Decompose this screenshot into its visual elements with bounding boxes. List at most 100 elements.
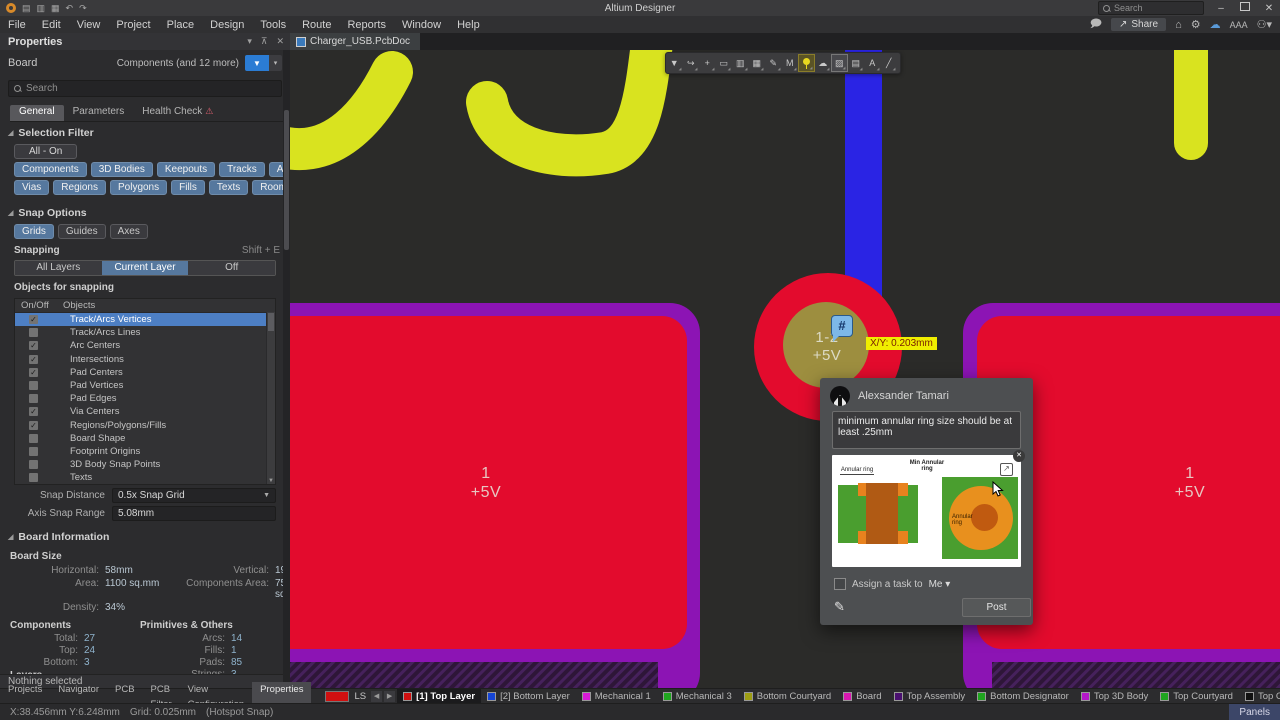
settings-gear-icon[interactable]: ⚙ bbox=[1191, 18, 1201, 31]
home-icon[interactable]: ⌂ bbox=[1175, 19, 1182, 31]
comments-icon[interactable]: 🗩 bbox=[1090, 15, 1102, 34]
snap-object-row[interactable]: Pad Vertices bbox=[15, 379, 275, 392]
menu-edit[interactable]: Edit bbox=[34, 19, 69, 31]
layer-tab[interactable]: Top Assembly bbox=[888, 689, 972, 704]
snap-mode-guides[interactable]: Guides bbox=[58, 224, 106, 239]
filter-button[interactable]: ▼ bbox=[245, 55, 269, 71]
section-snap-options[interactable]: ◢ Snap Options bbox=[0, 195, 290, 221]
minimize-button[interactable]: – bbox=[1214, 3, 1228, 14]
properties-search-box[interactable]: Search bbox=[8, 80, 282, 97]
filter-texts[interactable]: Texts bbox=[209, 180, 248, 195]
section-selection-filter[interactable]: ◢ Selection Filter bbox=[0, 122, 290, 141]
comment-attachment-image[interactable]: Annular ring Min Annular ring Annular ri… bbox=[832, 455, 1021, 567]
layer-tab[interactable]: Bottom Designator bbox=[971, 689, 1075, 704]
panels-button[interactable]: Panels bbox=[1229, 704, 1280, 720]
menu-project[interactable]: Project bbox=[108, 19, 158, 31]
document-tab[interactable]: Charger_USB.PcbDoc bbox=[290, 33, 420, 50]
layer-set-swatch[interactable] bbox=[325, 691, 349, 702]
checkbox-icon[interactable] bbox=[29, 381, 38, 390]
pcb-canvas[interactable]: 1-2 +5V 1 +5V 1 +5V ▼↪+▭▥▦✎M☁▨▤A╱ # X/Y:… bbox=[290, 50, 1280, 688]
panel-menu-icon[interactable]: ▾ bbox=[247, 36, 252, 47]
checkbox-checked-icon[interactable]: ✓ bbox=[29, 407, 38, 416]
snap-object-row[interactable]: Pad Edges bbox=[15, 392, 275, 405]
layer-tab[interactable]: [2] Bottom Layer bbox=[481, 689, 576, 704]
snap-object-row[interactable]: ✓Intersections bbox=[15, 353, 275, 366]
assign-task-checkbox[interactable] bbox=[834, 578, 846, 590]
checkbox-icon[interactable] bbox=[29, 328, 38, 337]
snap-object-row[interactable]: ✓Via Centers bbox=[15, 405, 275, 418]
comment-text-input[interactable]: minimum annular ring size should be at l… bbox=[832, 411, 1021, 449]
interactive-route-icon[interactable]: M bbox=[782, 54, 799, 72]
panel-scrollbar[interactable] bbox=[283, 50, 290, 688]
filter-3d-bodies[interactable]: 3D Bodies bbox=[91, 162, 153, 177]
lasso-select-icon[interactable]: ↪ bbox=[683, 54, 700, 72]
segment-all-layers[interactable]: All Layers bbox=[15, 261, 102, 275]
menu-place[interactable]: Place bbox=[159, 19, 203, 31]
checkbox-icon[interactable] bbox=[29, 460, 38, 469]
cloud-icon[interactable]: ☁ bbox=[1210, 18, 1221, 31]
snap-object-row[interactable]: Board Shape bbox=[15, 432, 275, 445]
filter-dropdown-button[interactable]: ▾ bbox=[269, 55, 282, 71]
all-on-button[interactable]: All - On bbox=[14, 144, 77, 159]
snap-object-row[interactable]: ✓Arc Centers bbox=[15, 339, 275, 352]
checkbox-checked-icon[interactable]: ✓ bbox=[29, 368, 38, 377]
region-icon[interactable]: ▨ bbox=[831, 54, 848, 72]
line-icon[interactable]: ╱ bbox=[881, 54, 898, 72]
layer-tab[interactable]: Board bbox=[837, 689, 887, 704]
layer-tab[interactable]: Bottom Courtyard bbox=[738, 689, 837, 704]
segment-current-layer[interactable]: Current Layer bbox=[102, 261, 189, 275]
attachment-close-icon[interactable]: ✕ bbox=[1013, 450, 1025, 462]
panel-pin-icon[interactable]: ⊼ bbox=[261, 36, 268, 47]
tab-health-check[interactable]: Health Check⚠ bbox=[133, 105, 222, 121]
checkbox-checked-icon[interactable]: ✓ bbox=[29, 421, 38, 430]
close-button[interactable]: ✕ bbox=[1262, 3, 1276, 14]
tab-general[interactable]: General bbox=[10, 105, 64, 121]
axis-snap-range-input[interactable]: 5.08mm bbox=[112, 506, 276, 521]
tab-parameters[interactable]: Parameters bbox=[64, 105, 134, 121]
post-button[interactable]: Post bbox=[962, 598, 1031, 617]
share-button[interactable]: ↗Share bbox=[1111, 18, 1166, 31]
filter-components[interactable]: Components bbox=[14, 162, 87, 177]
edit-pencil-icon[interactable]: ✎ bbox=[834, 599, 845, 615]
place-pin-icon[interactable] bbox=[798, 54, 815, 72]
restore-button[interactable] bbox=[1238, 2, 1252, 14]
checkbox-checked-icon[interactable]: ✓ bbox=[29, 315, 38, 324]
layer-tab[interactable]: Top 3D Body bbox=[1075, 689, 1154, 704]
filter-keepouts[interactable]: Keepouts bbox=[157, 162, 215, 177]
yellow-track-middle[interactable] bbox=[487, 50, 653, 155]
menu-reports[interactable]: Reports bbox=[339, 19, 394, 31]
filter-vias[interactable]: Vias bbox=[14, 180, 49, 195]
filter-fills[interactable]: Fills bbox=[171, 180, 205, 195]
menu-view[interactable]: View bbox=[69, 19, 109, 31]
snap-object-row[interactable]: ✓Pad Centers bbox=[15, 366, 275, 379]
menu-file[interactable]: File bbox=[0, 19, 34, 31]
checkbox-icon[interactable] bbox=[29, 434, 38, 443]
section-board-information[interactable]: ◢ Board Information bbox=[0, 521, 290, 545]
filter-polygons[interactable]: Polygons bbox=[110, 180, 167, 195]
layer-scroll-right-icon[interactable]: ▶ bbox=[384, 691, 395, 702]
panel-close-icon[interactable]: ✕ bbox=[276, 36, 284, 47]
menu-route[interactable]: Route bbox=[294, 19, 339, 31]
align-icon[interactable]: ▥ bbox=[732, 54, 749, 72]
checkbox-icon[interactable] bbox=[29, 473, 38, 482]
route-icon[interactable]: ✎ bbox=[765, 54, 782, 72]
layer-set-label[interactable]: LS bbox=[351, 691, 369, 702]
select-area-icon[interactable]: ▭ bbox=[716, 54, 733, 72]
user-profile-icon[interactable]: ⚇▾ bbox=[1257, 18, 1272, 31]
snap-mode-grids[interactable]: Grids bbox=[14, 224, 54, 239]
checkbox-icon[interactable] bbox=[29, 394, 38, 403]
snap-object-row[interactable]: Track/Arcs Lines bbox=[15, 326, 275, 339]
text-icon[interactable]: A bbox=[864, 54, 881, 72]
filter-regions[interactable]: Regions bbox=[53, 180, 106, 195]
comment-marker-icon[interactable]: # bbox=[831, 315, 853, 337]
font-size-control[interactable]: AAA bbox=[1230, 20, 1248, 30]
comment-cloud-icon[interactable]: ☁ bbox=[815, 54, 832, 72]
menu-design[interactable]: Design bbox=[202, 19, 252, 31]
checkbox-checked-icon[interactable]: ✓ bbox=[29, 355, 38, 364]
snap-object-row[interactable]: ✓Track/Arcs Vertices bbox=[15, 313, 275, 326]
move-icon[interactable]: + bbox=[699, 54, 716, 72]
segment-off[interactable]: Off bbox=[188, 261, 275, 275]
snap-object-row[interactable]: ✓Regions/Polygons/Fills bbox=[15, 419, 275, 432]
objects-scrollbar[interactable]: ▼ bbox=[266, 312, 275, 484]
menu-window[interactable]: Window bbox=[394, 19, 449, 31]
